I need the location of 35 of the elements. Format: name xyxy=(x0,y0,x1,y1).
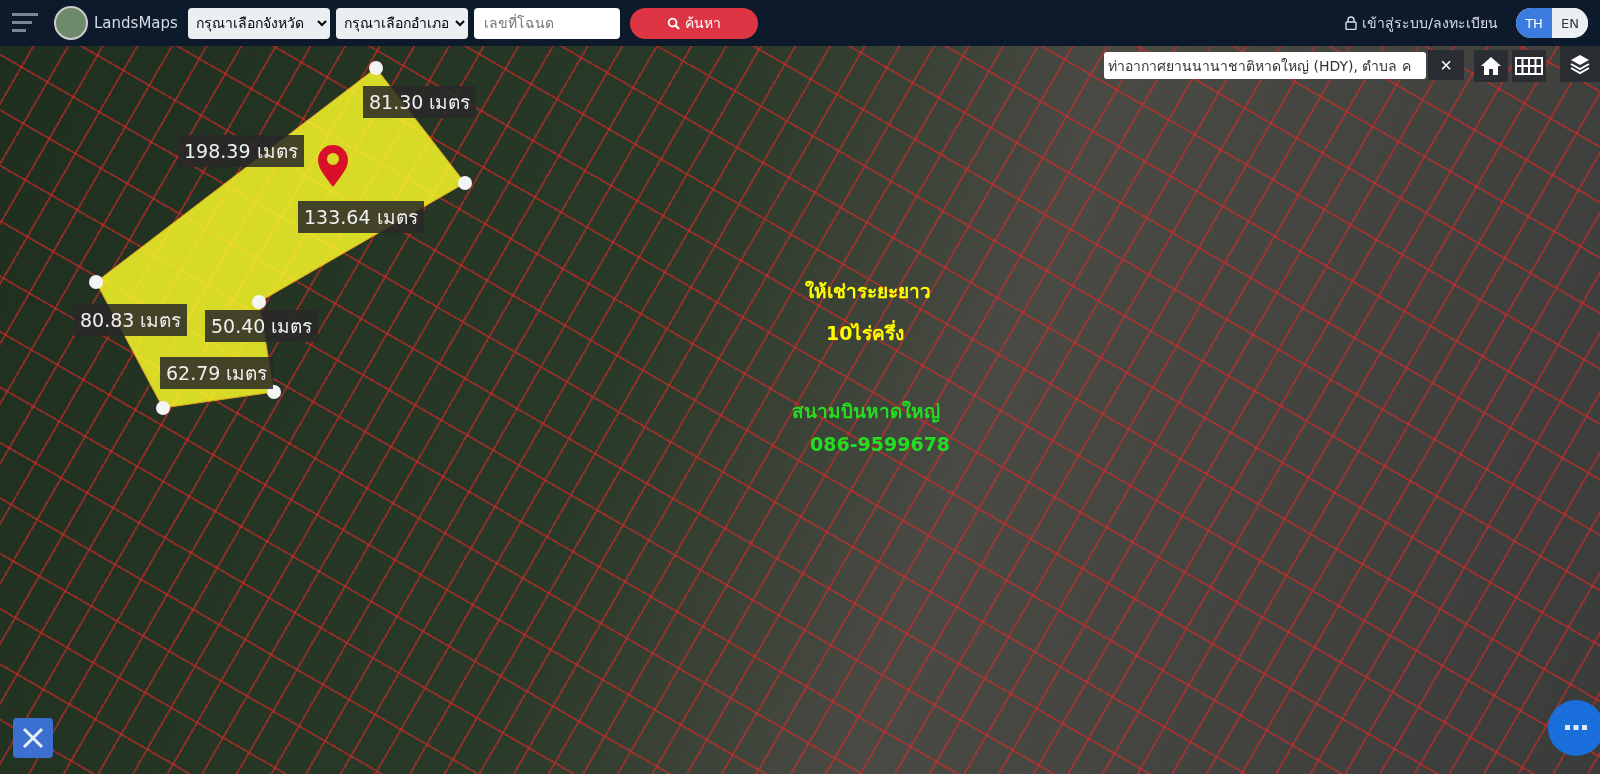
lock-icon xyxy=(1345,16,1358,30)
vertex-handle[interactable] xyxy=(267,385,281,399)
layers-icon[interactable] xyxy=(1560,46,1600,82)
home-icon[interactable] xyxy=(1474,50,1508,82)
distance-label: 50.40 เมตร xyxy=(205,310,319,342)
province-select[interactable]: กรุณาเลือกจังหวัด xyxy=(187,7,330,39)
logo-emblem xyxy=(54,6,88,40)
crossed-tools-icon xyxy=(20,725,46,751)
location-pin-icon xyxy=(318,145,348,187)
login-link[interactable]: เข้าสู่ระบบ/ลงทะเบียน xyxy=(1345,12,1498,34)
search-button[interactable]: ค้นหา xyxy=(629,7,758,39)
vertex-handle[interactable] xyxy=(458,176,472,190)
more-button[interactable] xyxy=(1548,700,1600,756)
distance-label: 198.39 เมตร xyxy=(178,135,304,167)
language-tab[interactable]: TH xyxy=(1516,8,1552,38)
distance-label: 81.30 เมตร xyxy=(363,86,477,118)
vertex-handle[interactable] xyxy=(252,295,266,309)
draw-tools-button[interactable] xyxy=(13,718,53,758)
vertex-handle[interactable] xyxy=(89,275,103,289)
search-icon xyxy=(666,16,680,30)
grid-icon[interactable] xyxy=(1512,50,1546,82)
annotation-text: ให้เช่าระยะยาว xyxy=(805,279,931,304)
location-search-field[interactable]: ท่าอากาศยานนานาชาติหาดใหญ่ (HDY), ตำบล ค xyxy=(1104,52,1426,79)
vertex-handle[interactable] xyxy=(156,401,170,415)
deed-number-field[interactable]: เลขที่โฉนด xyxy=(473,7,620,39)
clear-button[interactable]: × xyxy=(1428,50,1464,80)
dots-icon xyxy=(1565,725,1587,731)
brand-name: LandsMaps xyxy=(94,14,178,32)
district-select[interactable]: กรุณาเลือกอำเภอ xyxy=(335,7,468,39)
menu-icon[interactable] xyxy=(12,13,38,33)
distance-label: 80.83 เมตร xyxy=(74,304,188,336)
distance-label: 62.79 เมตร xyxy=(160,357,274,389)
distance-label: 133.64 เมตร xyxy=(298,201,424,233)
vertex-handle[interactable] xyxy=(369,61,383,75)
annotation-text: 10ไร่ครึ่ง xyxy=(826,319,905,346)
